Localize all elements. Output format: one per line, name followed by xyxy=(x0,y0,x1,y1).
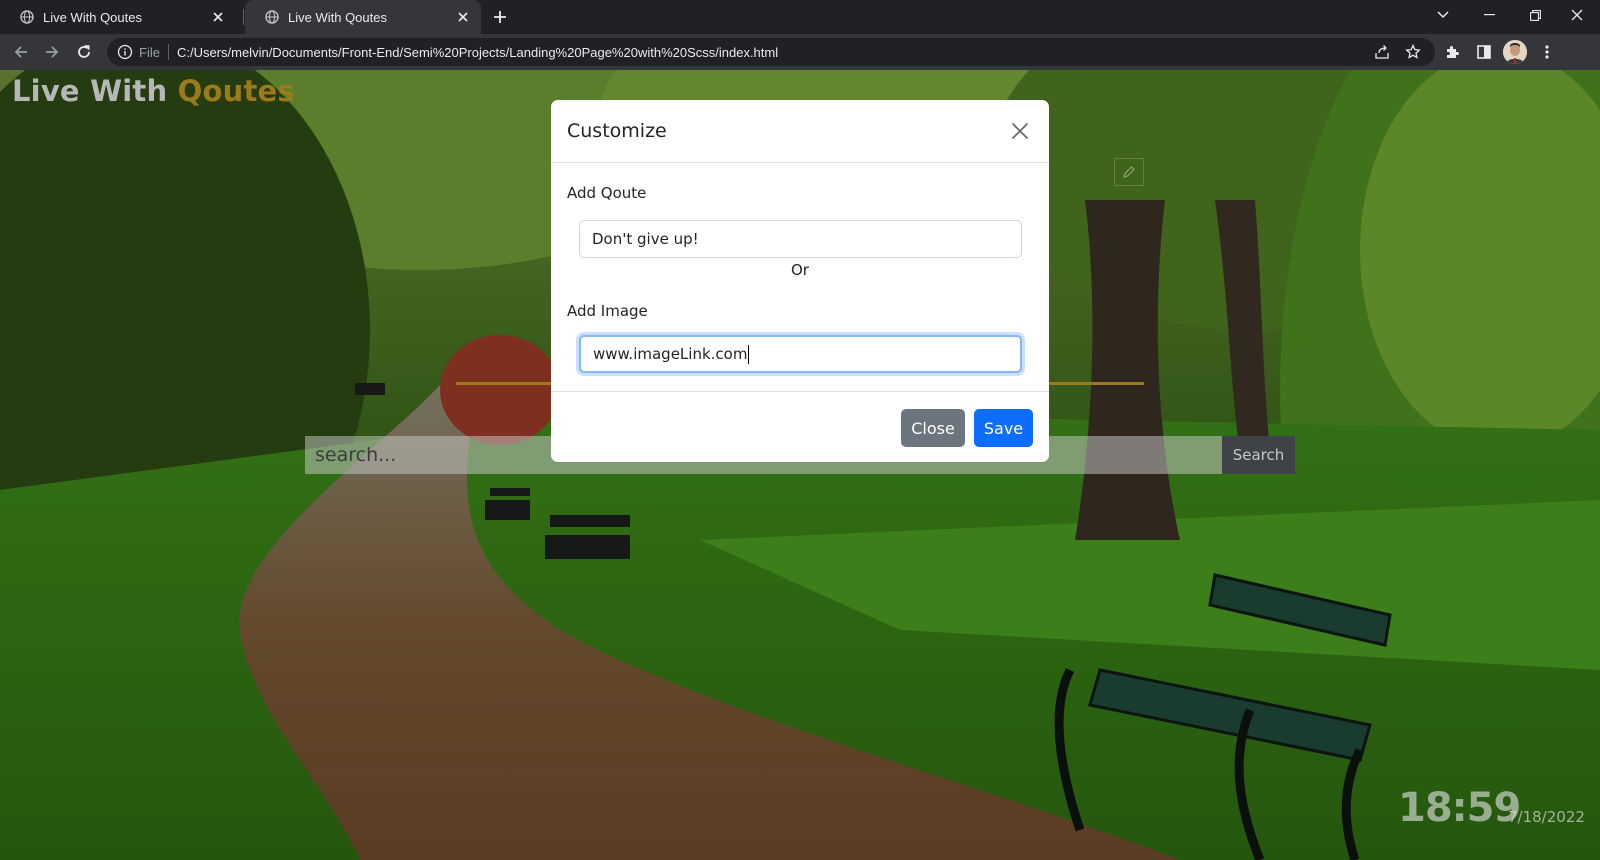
brand-text: Live With xyxy=(12,74,178,108)
tab-title: Live With Qoutes xyxy=(43,9,142,25)
close-icon[interactable] xyxy=(455,9,471,25)
avatar[interactable] xyxy=(1503,40,1527,64)
edit-button[interactable] xyxy=(1114,158,1144,186)
minimize-icon xyxy=(1483,14,1495,16)
globe-icon xyxy=(20,10,34,24)
customize-modal: Customize Add Qoute Don't give up! Or Ad… xyxy=(551,100,1049,462)
extensions-icon[interactable] xyxy=(1440,40,1464,64)
search-button[interactable]: Search xyxy=(1222,436,1295,474)
kebab-menu-icon[interactable] xyxy=(1535,40,1559,64)
browser-toolbar: File C:/Users/melvin/Documents/Front-End… xyxy=(0,34,1600,70)
reload-button[interactable] xyxy=(72,40,96,64)
pencil-icon xyxy=(1123,166,1135,178)
quote-label: Add Qoute xyxy=(567,184,647,202)
brand-logo: Live With Qoutes xyxy=(12,74,295,108)
globe-icon xyxy=(265,10,279,24)
quote-input[interactable]: Don't give up! xyxy=(579,220,1022,258)
back-icon xyxy=(14,46,27,58)
omnibox-divider xyxy=(167,44,169,60)
clock-time: 18:59 xyxy=(1398,785,1521,831)
search-placeholder: search... xyxy=(315,444,397,466)
browser-tab-1[interactable]: Live With Qoutes xyxy=(0,0,236,34)
star-icon[interactable] xyxy=(1403,42,1423,62)
scheme-label: File xyxy=(139,44,160,60)
url-text[interactable]: C:/Users/melvin/Documents/Front-End/Semi… xyxy=(177,45,778,60)
share-icon[interactable] xyxy=(1372,42,1392,62)
save-button[interactable]: Save xyxy=(974,409,1033,447)
image-input[interactable]: www.imageLink.com xyxy=(579,335,1022,373)
close-button[interactable]: Close xyxy=(901,409,965,447)
modal-close-button[interactable] xyxy=(1007,118,1033,144)
info-icon[interactable] xyxy=(117,44,133,60)
quote-input-value: Don't give up! xyxy=(592,230,699,248)
tab-title: Live With Qoutes xyxy=(288,9,387,25)
text-caret xyxy=(748,344,750,364)
address-bar[interactable]: File C:/Users/melvin/Documents/Front-End… xyxy=(107,38,1435,66)
modal-header: Customize xyxy=(551,100,1049,163)
close-icon xyxy=(1571,9,1583,21)
browser-tab-bar: Live With Qoutes Live With Qoutes xyxy=(0,0,1600,34)
or-divider-text: Or xyxy=(791,261,809,279)
modal-title: Customize xyxy=(567,120,667,142)
new-tab-button[interactable] xyxy=(490,7,510,27)
modal-body: Add Qoute Don't give up! Or Add Image ww… xyxy=(551,163,1049,391)
image-label: Add Image xyxy=(567,302,648,320)
back-button[interactable] xyxy=(9,40,33,64)
close-icon[interactable] xyxy=(210,9,226,25)
restore-icon xyxy=(1529,9,1541,21)
brand-text-accent: Qoutes xyxy=(177,74,295,108)
side-panel-icon[interactable] xyxy=(1472,40,1496,64)
chevron-down-icon xyxy=(1437,11,1449,19)
modal-footer: Close Save xyxy=(551,391,1049,462)
window-close-button[interactable] xyxy=(1554,0,1600,30)
minimize-button[interactable] xyxy=(1466,0,1512,30)
browser-tab-2[interactable]: Live With Qoutes xyxy=(245,0,481,34)
close-icon xyxy=(1011,122,1029,140)
image-input-value: www.imageLink.com xyxy=(593,345,748,363)
tab-divider xyxy=(243,9,244,25)
forward-button[interactable] xyxy=(40,40,64,64)
restore-button[interactable] xyxy=(1512,0,1558,30)
reload-icon xyxy=(78,45,90,58)
plus-icon xyxy=(494,11,506,23)
clock-date: 7/18/2022 xyxy=(1508,808,1585,826)
forward-icon xyxy=(46,46,59,58)
tab-search-button[interactable] xyxy=(1420,0,1466,30)
